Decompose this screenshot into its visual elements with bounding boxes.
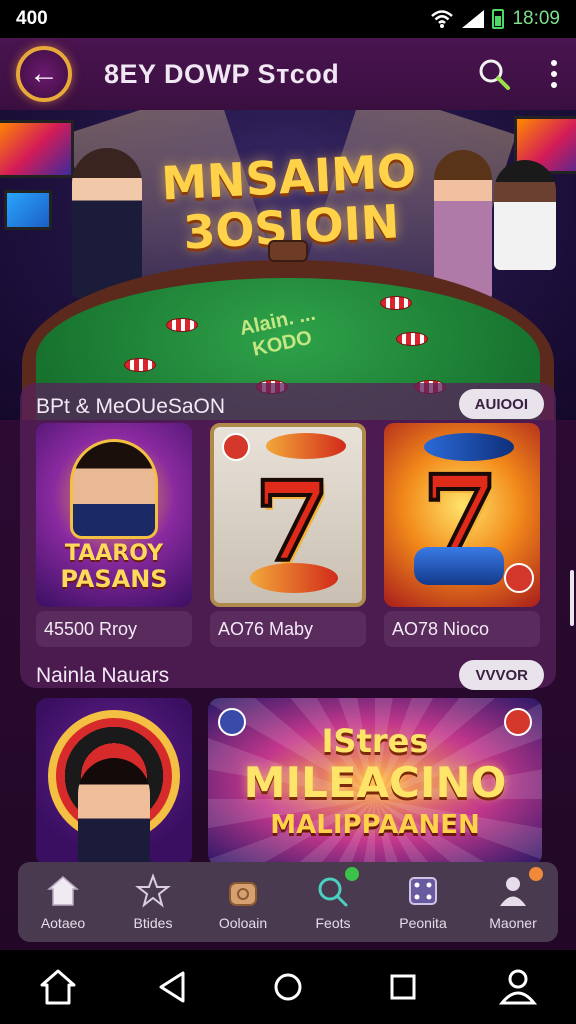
featured-games-section: BPt & MeOUeSaON AUIOOI TAAROY PASANS 455… [20,383,556,688]
slot-machine-screen [4,190,52,230]
game-card[interactable]: 7 AO78 Nioco [384,423,540,647]
dice-icon [409,877,437,905]
game-thumbnail: 7 [384,423,540,607]
nav-item-profile[interactable]: Maoner [473,867,553,931]
system-navigation-bar [0,950,576,1024]
wall-screen [0,120,74,178]
app-header: ← 8EY DOWP Sтcod [0,38,576,110]
poker-chip [166,318,198,332]
nav-label: Btides [133,915,173,931]
notification-badge [345,867,359,881]
battery-icon [492,9,505,29]
game-title: AO76 Maby [210,611,366,647]
notification-badge [529,867,543,881]
game-thumbnail: 7 [210,423,366,607]
nav-item-home[interactable]: Aotaeo [23,873,103,931]
nav-item-search[interactable]: Feots [293,867,373,931]
lucky-seven-symbol: 7 [252,457,333,586]
player-man-figure [494,160,556,270]
system-recents-icon[interactable] [379,963,427,1011]
scrollbar[interactable] [570,570,574,626]
game-card[interactable]: 7 AO76 Maby [210,423,366,647]
promo-banner[interactable]: IStres MILEACINO MALIPPAANEN [208,698,542,866]
system-home-circle-icon[interactable] [264,963,312,1011]
character-portrait [70,439,158,539]
system-back-icon[interactable] [149,963,197,1011]
poker-chip [380,296,412,310]
game-card[interactable]: TAAROY PASANS 45500 Rroy [36,423,192,647]
nav-label: Maoner [489,915,537,931]
bottom-navigation: Aotaeo Btides Ooloain Feots Peonita Maon… [18,862,558,942]
back-arrow-icon: ← [29,57,59,90]
game-badge-icon [504,563,534,593]
game-badge-icon [222,433,250,461]
card-shoe [268,240,308,262]
casino-app: ← 8EY DOWP Sтcod MNSAIMO 3OSIOIN Alain. … [0,38,576,950]
status-indicator-text: 400 [16,8,48,29]
poker-chip [396,332,428,346]
dealer-left-figure [72,148,142,298]
nav-label: Peonita [399,915,447,931]
nav-item-games[interactable]: Peonita [383,873,463,931]
game-title: 45500 Rroy [36,611,192,647]
status-icons: 18:09 [430,8,560,30]
game-thumbnail: TAAROY PASANS [36,423,192,607]
star-icon [135,873,171,908]
hotdog-decoration [266,433,346,459]
nav-item-favorites[interactable]: Btides [113,873,193,931]
view-all-button[interactable]: AUIOOI [458,389,544,419]
section-title: BPt & MeOUeSaON [36,395,226,418]
pipe-decoration [414,547,504,585]
status-time: 18:09 [512,8,560,29]
more-options-button[interactable] [548,56,560,92]
character-portrait [78,758,150,866]
section-title: Nainla Nauars [36,664,170,687]
wifi-icon [431,10,454,28]
hero-banner[interactable]: MNSAIMO 3OSIOIN Alain. ... KODO [0,110,576,420]
system-account-icon[interactable] [494,963,542,1011]
status-bar: 400 18:09 [0,0,576,38]
nav-label: Ooloain [218,915,268,931]
roulette-game-card[interactable] [36,698,192,866]
hotdog-decoration [250,563,338,593]
nav-label: Aotaeo [40,915,86,931]
bag-icon [229,882,257,906]
player-woman-figure [434,150,492,300]
cell-signal-icon [462,10,485,28]
nav-item-wallet[interactable]: Ooloain [203,873,283,931]
view-all-button[interactable]: VVVOR [459,660,544,690]
game-title: AO78 Nioco [384,611,540,647]
poker-chip [124,358,156,372]
profile-icon [500,877,526,906]
search-button[interactable] [476,56,512,92]
back-button[interactable]: ← [16,46,72,102]
nav-label: Feots [315,915,351,931]
app-title: 8EY DOWP Sтcod [104,58,340,89]
home-icon [46,876,80,906]
header-actions [476,56,560,92]
system-home-icon[interactable] [34,963,82,1011]
